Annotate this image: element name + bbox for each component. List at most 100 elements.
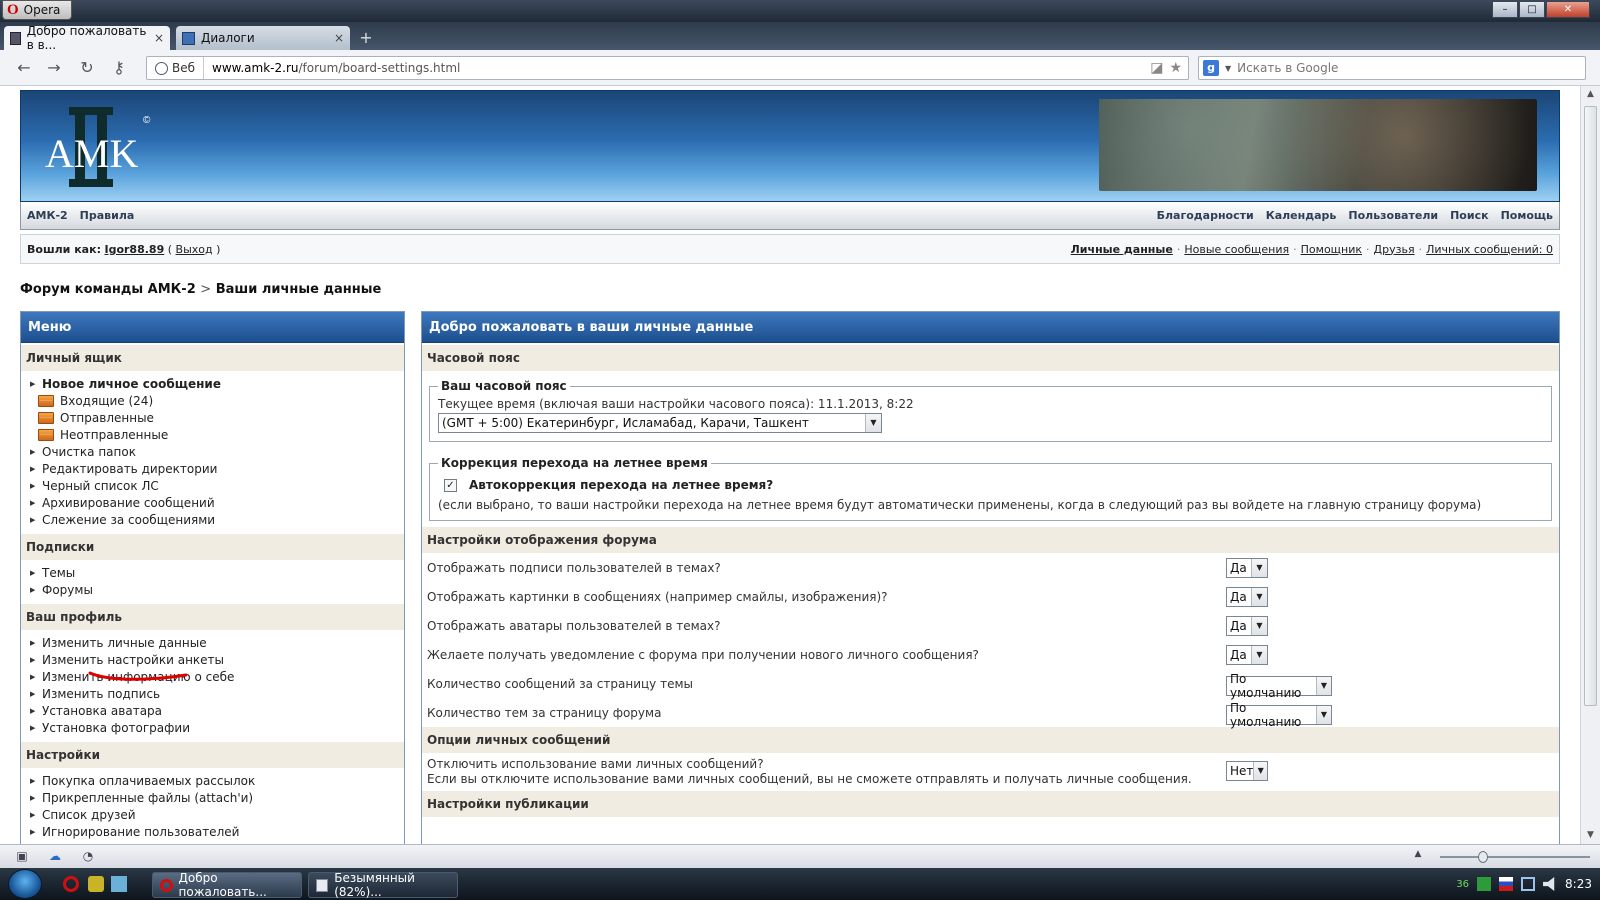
close-window-button[interactable]: ✕ [1546,1,1590,18]
display-setting-select[interactable]: По умолчанию ▼ [1226,672,1332,700]
menu-item[interactable]: Входящие (24) [30,392,404,409]
web-badge[interactable]: Веб [147,57,205,79]
username-link[interactable]: Igor88.89 [104,243,164,256]
zoom-slider-knob[interactable] [1478,851,1488,863]
private-messages-link[interactable]: Личных сообщений: 0 [1426,243,1553,256]
menu-item[interactable]: ▶ Изменить информацию о себе [30,668,404,685]
menu-item[interactable]: ▶ Установка аватара [30,702,404,719]
bullet-arrow-icon: ▶ [30,447,36,456]
security-check-icon[interactable] [1477,877,1492,891]
paint-icon [316,878,329,892]
panel-toggle-icon[interactable]: ▣ [14,849,30,863]
chevron-down-icon: ▼ [865,414,881,432]
assistant-link[interactable]: Помощник [1301,243,1362,256]
wand-key-icon[interactable]: ⚷ [108,58,130,78]
display-setting-select[interactable]: Да ▼ [1226,586,1268,607]
bullet-arrow-icon: ▶ [30,793,36,802]
menu-item[interactable]: ▶ Архивирование сообщений [30,494,404,511]
menu-item[interactable]: ▶ Список друзей [30,806,404,823]
scroll-down-icon[interactable]: ▼ [1581,827,1600,844]
menu-item[interactable]: ▶ Черный список ЛС [30,477,404,494]
reload-icon[interactable]: ↻ [76,58,98,78]
rss-feed-icon[interactable]: ◪ [1150,60,1163,76]
menu-item[interactable]: ▶ Новое личное сообщение [30,375,404,392]
banner-artwork [1099,99,1537,191]
tab-close-icon[interactable]: × [334,31,344,45]
vertical-scrollbar[interactable]: ▲ ▼ [1580,86,1600,844]
logout-link[interactable]: Выход [176,243,213,256]
new-posts-link[interactable]: Новые сообщения [1184,243,1289,256]
display-setting-label: Количество сообщений за страницу темы [427,676,693,691]
address-bar[interactable]: Веб www.amk-2.ru/forum/board-settings.ht… [146,56,1189,80]
menu-item[interactable]: ▶ Изменить личные данные [30,634,404,651]
menu-item[interactable]: ▶ Темы [30,564,404,581]
display-setting-select[interactable]: Да ▼ [1226,644,1268,665]
bookmark-star-icon[interactable]: ★ [1169,60,1182,76]
display-setting-select[interactable]: По умолчанию ▼ [1226,701,1332,729]
turbo-gauge-icon[interactable]: ◔ [80,849,96,863]
nav-calendar[interactable]: Календарь [1260,209,1343,222]
menu-item[interactable]: Отправленные [30,409,404,426]
menu-item[interactable]: ▶ Изменить настройки анкеты [30,651,404,668]
bullet-arrow-icon: ▶ [30,379,36,388]
windows-start-icon[interactable] [8,869,42,899]
scroll-up-icon[interactable]: ▲ [1581,86,1600,103]
nav-search[interactable]: Поиск [1444,209,1494,222]
menu-body: Личный ящик ▶ Новое личное сообщение Входящ… [21,345,404,844]
volume-icon[interactable] [1543,877,1555,891]
zoom-up-icon[interactable]: ▲ [1410,849,1426,863]
friends-link[interactable]: Друзья [1374,243,1415,256]
opera-quicklaunch-icon[interactable] [63,876,79,892]
google-icon[interactable]: g [1203,60,1219,76]
taskbar-clock[interactable]: 8:23 [1565,877,1592,891]
menu-item[interactable]: ▶ Игнорирование пользователей [30,823,404,840]
menu-item[interactable]: ▶ Слежение за сообщениями [30,511,404,528]
display-setting-select[interactable]: Да ▼ [1226,557,1268,578]
disable-pm-select[interactable]: Нет ▼ [1226,761,1268,781]
minimize-button[interactable]: – [1492,1,1518,18]
explorer-quicklaunch-icon[interactable] [111,876,127,892]
menu-item[interactable]: ▶ Покупка оплачиваемых рассылок [30,772,404,789]
menu-item[interactable]: Неотправленные [30,426,404,443]
back-arrow-icon[interactable]: ← [13,58,35,78]
forward-arrow-icon[interactable]: → [43,58,65,78]
window-titlebar: O Opera – □ ✕ [0,0,1600,22]
zoom-slider[interactable] [1440,851,1590,863]
nav-help[interactable]: Помощь [1495,209,1559,222]
folder-icon [38,394,54,407]
opera-unite-cloud-icon[interactable]: ☁ [47,849,63,863]
menu-item[interactable]: ▶ Прикрепленные файлы (attach'и) [30,789,404,806]
nav-amk2[interactable]: АМК-2 [21,209,74,222]
personal-data-link[interactable]: Личные данные [1071,243,1173,256]
tab-dialogs[interactable]: Диалоги × [176,26,350,50]
menu-item[interactable]: ▶ Очистка папок [30,443,404,460]
nav-thanks[interactable]: Благодарности [1151,209,1260,222]
nav-users[interactable]: Пользователи [1342,209,1444,222]
tab-close-icon[interactable]: × [154,31,164,45]
menu-item[interactable]: ▶ Форумы [30,581,404,598]
dst-checkbox[interactable]: ✓ [444,478,457,492]
url-text[interactable]: www.amk-2.ru/forum/board-settings.html [204,61,460,75]
menu-item[interactable]: ▶ Изменить подпись [30,685,404,702]
breadcrumb-root[interactable]: Форум команды АМК-2 [20,282,196,297]
menu-item[interactable]: ▶ Установка фотографии [30,719,404,736]
search-engine-dropdown-icon[interactable]: ▼ [1225,64,1231,73]
taskbar-item-opera[interactable]: Добро пожаловать... [152,871,302,899]
menu-item[interactable]: ▶ Редактировать директории [30,460,404,477]
display-setting-select[interactable]: Да ▼ [1226,615,1268,636]
app-quicklaunch-icon[interactable] [88,876,104,892]
system-tray: 36 8:23 [1448,868,1600,900]
language-flag-icon[interactable] [1499,877,1514,891]
globe-icon [155,61,168,75]
opera-menu-button[interactable]: O Opera [2,0,72,20]
scrollbar-thumb[interactable] [1584,106,1597,706]
nav-rules[interactable]: Правила [74,209,141,222]
timezone-select[interactable]: (GMT + 5:00) Екатеринбург, Исламабад, Ка… [438,413,882,433]
maximize-button[interactable]: □ [1519,1,1545,18]
taskbar-item-paint[interactable]: Безымянный (82%)... [308,871,458,899]
chevron-down-icon: ▼ [1251,616,1267,635]
network-icon[interactable] [1521,877,1536,891]
search-field[interactable]: g ▼ Искать в Google [1198,56,1586,80]
tab-welcome[interactable]: Добро пожаловать в в... × [4,24,170,52]
new-tab-plus-icon[interactable]: + [356,29,376,47]
